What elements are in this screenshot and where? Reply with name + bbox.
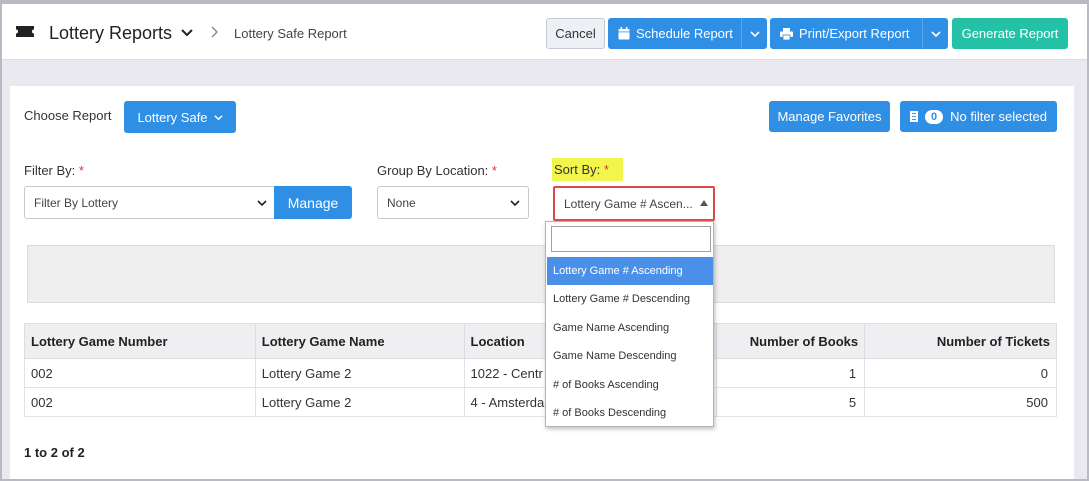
top-bar: Lottery Reports Lottery Safe Report Canc…: [2, 4, 1087, 60]
filter-by-text: Filter By:: [24, 163, 76, 178]
table-cell: Lottery Game 2: [254, 358, 465, 388]
required-mark: *: [78, 163, 84, 178]
sort-option[interactable]: # of Books Descending: [547, 399, 713, 427]
manage-favorites-button[interactable]: Manage Favorites: [769, 101, 890, 132]
group-by-label: Group By Location: *: [377, 163, 497, 178]
sort-option[interactable]: Lottery Game # Ascending: [547, 257, 713, 285]
table-row: 002 Lottery Game 2 4 - Amsterda 5 500: [24, 387, 1057, 417]
column-header[interactable]: Number of Tickets: [864, 323, 1057, 359]
choose-report-label: Choose Report: [24, 108, 112, 123]
chevron-down-icon[interactable]: [180, 26, 194, 40]
sort-by-value: Lottery Game # Ascen...: [564, 196, 693, 211]
sort-option[interactable]: Game Name Descending: [547, 342, 713, 370]
table-cell: 002: [24, 387, 256, 417]
page-title: Lottery Reports: [49, 23, 173, 43]
chevron-right-icon: [211, 26, 218, 38]
sort-option[interactable]: Lottery Game # Descending: [547, 285, 713, 313]
chevron-down-icon: [510, 200, 520, 207]
chevron-down-icon: [930, 30, 941, 37]
table-cell: 002: [24, 358, 256, 388]
ticket-icon: [16, 26, 34, 37]
report-panel: Choose Report Lottery Safe Manage Favori…: [10, 86, 1074, 481]
group-by-text: Group By Location:: [377, 163, 489, 178]
filter-status-label: No filter selected: [950, 109, 1047, 124]
print-export-label: Print/Export Report: [799, 26, 910, 41]
required-mark: *: [491, 163, 497, 178]
calendar-icon: [618, 27, 630, 40]
cancel-button[interactable]: Cancel: [546, 18, 605, 49]
sort-by-label: Sort By: *: [554, 162, 609, 177]
report-table: Lottery Game Number Lottery Game Name Lo…: [24, 323, 1057, 417]
filter-status-button[interactable]: 0 No filter selected: [900, 101, 1057, 132]
sort-by-select[interactable]: Lottery Game # Ascen...: [553, 186, 715, 221]
sort-search-input[interactable]: [551, 226, 711, 252]
schedule-report-button[interactable]: Schedule Report: [608, 18, 741, 49]
print-export-button[interactable]: Print/Export Report: [770, 18, 922, 49]
generate-report-button[interactable]: Generate Report: [952, 18, 1068, 49]
sort-option[interactable]: # of Books Ascending: [547, 371, 713, 399]
sort-option[interactable]: Game Name Ascending: [547, 314, 713, 342]
group-by-select[interactable]: None: [377, 186, 529, 219]
report-select-label: Lottery Safe: [137, 109, 208, 125]
summary-placeholder: [27, 245, 1055, 303]
report-select-button[interactable]: Lottery Safe: [124, 101, 236, 133]
column-header[interactable]: Lottery Game Name: [254, 323, 465, 359]
printer-icon: [780, 27, 793, 40]
table-cell: 1: [716, 358, 866, 388]
filter-list-icon: [910, 111, 919, 122]
table-cell: 5: [716, 387, 866, 417]
chevron-down-icon: [749, 30, 760, 37]
manage-button[interactable]: Manage: [274, 186, 352, 219]
filter-by-label: Filter By: *: [24, 163, 84, 178]
table-cell: Lottery Game 2: [254, 387, 465, 417]
sort-by-text: Sort By:: [554, 162, 601, 177]
table-cell: 0: [864, 358, 1057, 388]
pagination-summary: 1 to 2 of 2: [24, 445, 85, 460]
caret-up-icon: [700, 200, 708, 206]
filter-by-value: Filter By Lottery: [34, 195, 119, 210]
breadcrumb: Lottery Safe Report: [234, 26, 347, 41]
required-mark: *: [603, 162, 609, 177]
column-header[interactable]: Number of Books: [716, 323, 866, 359]
print-export-split-button: Print/Export Report: [770, 18, 948, 49]
filter-by-select[interactable]: Filter By Lottery: [24, 186, 276, 219]
print-export-caret[interactable]: [922, 18, 948, 49]
column-header[interactable]: Lottery Game Number: [24, 323, 256, 359]
chevron-down-icon: [257, 200, 267, 207]
table-row: 002 Lottery Game 2 1022 - Centr 1 0: [24, 358, 1057, 388]
filter-count-badge: 0: [925, 109, 944, 124]
table-cell: 500: [864, 387, 1057, 417]
schedule-report-split-button: Schedule Report: [608, 18, 767, 49]
chevron-down-icon: [213, 114, 223, 120]
schedule-report-label: Schedule Report: [636, 26, 733, 41]
schedule-report-caret[interactable]: [741, 18, 767, 49]
sort-by-dropdown: Lottery Game # Ascending Lottery Game # …: [545, 221, 714, 427]
table-header-row: Lottery Game Number Lottery Game Name Lo…: [24, 323, 1057, 359]
group-by-value: None: [387, 195, 416, 210]
